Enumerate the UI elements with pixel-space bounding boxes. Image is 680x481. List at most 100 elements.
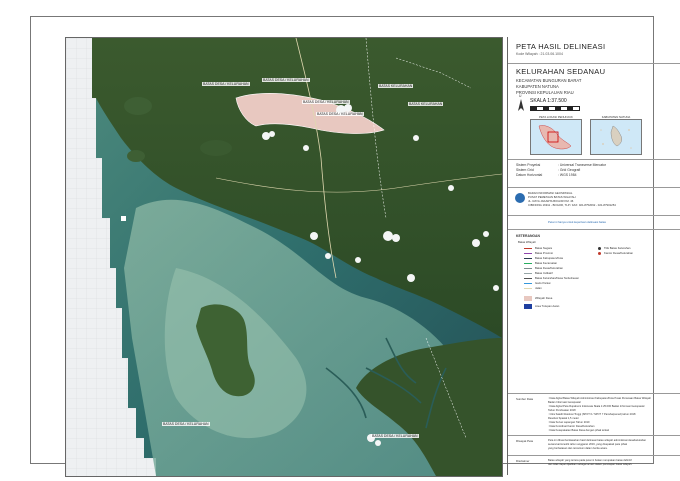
island-mid: [200, 140, 232, 156]
legend-point-swatch: [598, 251, 601, 255]
legend-point-label: Kantor Desa/Kelurahan: [604, 251, 634, 255]
legend-point-label: Titik Batas Kelurahan: [604, 246, 631, 250]
legend-item: Garis Pantai: [524, 281, 550, 285]
map-label-b: BATAS DESA / KELURAHAN: [262, 78, 310, 82]
legend-swatch: [524, 267, 532, 269]
disclaimer-block: Disclaimer Batas wilayah yang tertera pa…: [508, 455, 680, 476]
area-name: KELURAHAN SEDANAU: [516, 67, 606, 76]
legend-item: Batas Desa/Kelurahan: [524, 266, 563, 270]
legend-item: Jalan: [524, 286, 542, 290]
kecamatan-name: KECAMATAN BUNGURAN BARAT: [516, 78, 582, 83]
projection-val-2: : WGS 1984: [558, 173, 577, 177]
legend-point-item: Kantor Desa/Kelurahan: [598, 251, 633, 255]
text-line: Peta ini dibuat berdasarkan hasil deline…: [548, 439, 647, 442]
projection-key-0: Sistem Proyeksi: [516, 163, 541, 167]
legend-item-label: Jalan: [535, 286, 542, 290]
legend-subtitle: Batas Wilayah: [518, 240, 536, 244]
legend-item: Batas Provinsi: [524, 251, 553, 255]
legend-area-label: Wilayah Desa: [535, 296, 553, 301]
projection-key-1: Sistem Grid: [516, 168, 534, 172]
legend-swatch: [524, 277, 532, 279]
legend-point-swatch: [598, 246, 601, 250]
scale-bar: [530, 106, 580, 111]
island-small: [127, 150, 145, 162]
legend-swatch: [524, 262, 532, 264]
region-code: Kode Wilayah : 21.03.06.1004: [516, 52, 563, 56]
legend-panel: PETA HASIL DELINEASI Kode Wilayah : 21.0…: [507, 37, 680, 475]
north-label: U: [519, 94, 522, 98]
note-text: Peta ini hanya untuk keperluan delineasi…: [548, 220, 606, 224]
map-label-h: BATAS DESA / KELURAHAN: [371, 434, 419, 438]
legend-item: Batas Indikatif: [524, 271, 553, 275]
legend-area-item: Wilayah Desa: [524, 296, 553, 301]
legend-item-label: Batas Kecamatan: [535, 261, 558, 265]
map-frame[interactable]: BATAS DESA / KELURAHAN BATAS DESA / KELU…: [65, 37, 503, 477]
text-line: Tahun Pembuatan 2018: [548, 409, 576, 412]
map-label-d: BATAS DESA / KELURAHAN: [302, 100, 350, 104]
legend-item-label: Batas Provinsi: [535, 251, 553, 255]
text-line: Badan Informasi Geospasial: [548, 401, 581, 404]
kabupaten-name: KABUPATEN NATUNA: [516, 84, 559, 89]
legend-title: KETERANGAN: [516, 234, 540, 238]
text-line: : Data Survei Lapangan Tahun 2019: [548, 421, 590, 424]
disclaimer-label: Disclaimer: [516, 459, 530, 463]
north-arrow-icon: [516, 99, 526, 113]
provinsi-name: PROVINSI KEPULAUAN RIAU: [516, 90, 574, 95]
text-line: secara kartometrik tahun anggaran 2019, …: [548, 443, 628, 446]
cloud-patch: [121, 216, 126, 221]
map-sheet: BATAS DESA / KELURAHAN BATAS DESA / KELU…: [30, 16, 680, 477]
text-line: yang berbatasan dan tercantum dalam beri…: [548, 447, 608, 450]
legend-item-label: Batas Kelurahan/Desa Terdelineasi: [535, 276, 579, 280]
legend-item-label: Batas Kabupaten/Kota: [535, 256, 563, 260]
legend-area-label: Area Tutupan Awan: [535, 304, 560, 309]
projection-key-2: Datum Horizontal: [516, 173, 543, 177]
map-label-f: BATAS KELURAHAN: [408, 102, 444, 106]
legend-item-label: Batas Indikatif: [535, 271, 553, 275]
legend-swatch: [524, 247, 532, 249]
projection-val-1: : Grid Geografi: [558, 168, 581, 172]
map-title: PETA HASIL DELINEASI: [516, 42, 606, 51]
legend-area-item: Area Tutupan Awan: [524, 304, 560, 309]
legend-item: Batas Kabupaten/Kota: [524, 256, 563, 260]
projection-val-0: : Universal Transverse Mercator: [558, 163, 607, 167]
text-line: Resolusi Spasial 1,5 meter: [548, 417, 579, 420]
legend-area-swatch: [524, 304, 532, 309]
title-block: PETA HASIL DELINEASI Kode Wilayah : 21.0…: [508, 37, 680, 64]
text-line: : Data Koordinat Kantor Desa/Kelurahan: [548, 425, 595, 428]
text-line: : Data Kesepakatan Batas Desa dengan pih…: [548, 429, 609, 432]
history-block: Riwayat Peta Peta ini dibuat berdasarkan…: [508, 435, 680, 456]
location-inset-title: PETA LOKASI PENUNJUK: [539, 115, 573, 119]
agency-line-3: CIBINONG 16911 - BOGOR, TLP / FAX: 021-8…: [528, 203, 616, 207]
text-line: : Citra Satelit Resolusi Tinggi (SPOT 6 …: [548, 413, 636, 416]
location-inset-map[interactable]: PETA LOKASI PENUNJUK: [530, 115, 582, 155]
legend-swatch: [524, 287, 532, 289]
text-line: : Data digital Batas Wilayah Administras…: [548, 397, 651, 400]
agency-block: BADAN INFORMASI GEOSPASIAL PUSAT PEMETAA…: [508, 187, 680, 216]
history-label: Riwayat Peta: [516, 439, 534, 443]
legend-item-label: Batas Desa/Kelurahan: [535, 266, 563, 270]
text-line: dan tidak dapat dijadikan sebagai acuan …: [548, 463, 633, 466]
legend-item-label: Garis Pantai: [535, 281, 551, 285]
legend-point-item: Titik Batas Kelurahan: [598, 246, 630, 250]
legend-area-swatch: [524, 296, 532, 301]
map-label-a: BATAS DESA / KELURAHAN: [202, 82, 250, 86]
text-line: Batas wilayah yang tertera pada peta ini…: [548, 459, 632, 462]
sources-label: Sumber Data: [516, 397, 534, 401]
legend-swatch: [524, 282, 532, 284]
scale-label: SKALA 1:37.500: [530, 98, 567, 104]
legend-item: Batas Kelurahan/Desa Terdelineasi: [524, 276, 579, 280]
legend-item: Batas Kecamatan: [524, 261, 557, 265]
legend-swatch: [524, 272, 532, 274]
note-block: Peta ini hanya untuk keperluan delineasi…: [508, 215, 680, 230]
map-label-g: BATAS DESA / KELURAHAN: [162, 422, 210, 426]
map-label-c: BATAS KELURAHAN: [378, 84, 414, 88]
legend-item: Batas Negara: [524, 246, 552, 250]
map-label-e: BATAS DESA / KELURAHAN: [316, 112, 364, 116]
sources-block: Sumber Data : Data digital Batas Wilayah…: [508, 393, 680, 436]
legend-block: KETERANGAN Batas Wilayah Batas Negara Bat…: [508, 229, 680, 394]
island-nw: [124, 97, 152, 115]
region-inset-map[interactable]: KABUPATEN NATUNA: [590, 115, 642, 155]
legend-swatch: [524, 257, 532, 259]
legend-item-label: Batas Negara: [535, 246, 553, 250]
text-line: : Data digital Peta Rupabumi Indonesia S…: [548, 405, 645, 408]
